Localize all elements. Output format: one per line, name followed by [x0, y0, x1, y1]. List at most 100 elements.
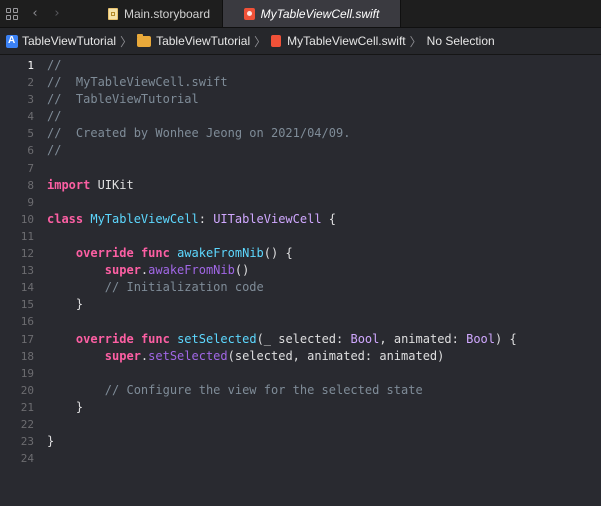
tab-mytableviewcell-swift[interactable]: MyTableViewCell.swift — [222, 0, 401, 27]
code-text: } — [47, 433, 54, 450]
code-token: class — [47, 211, 84, 226]
related-items-grid-icon[interactable] — [0, 0, 24, 27]
code-token: UITableViewCell — [213, 211, 322, 226]
forward-chevron-icon[interactable]: › — [46, 0, 68, 27]
code-text: // Initialization code — [47, 279, 264, 296]
code-line[interactable]: 15 } — [0, 296, 517, 313]
code-line[interactable]: 14 // Initialization code — [0, 279, 517, 296]
code-line[interactable]: 5 // Created by Wonhee Jeong on 2021/04/0… — [0, 125, 517, 142]
swift-file-icon — [243, 7, 255, 20]
back-chevron-icon[interactable]: ‹ — [24, 0, 46, 27]
line-number: 9 — [27, 195, 34, 209]
code-text: // TableViewTutorial — [47, 91, 199, 108]
code-token: awakeFromNib — [148, 263, 235, 278]
storyboard-file-icon — [107, 7, 118, 20]
line-number: 2 — [27, 76, 34, 90]
code-token: , animated: — [379, 331, 467, 346]
code-line[interactable]: 9 — [0, 194, 517, 211]
jump-bar: TableViewTutorial 〉 TableViewTutorial 〉 … — [0, 28, 601, 55]
code-line[interactable]: 21 } — [0, 399, 517, 416]
code-token: // MyTableViewCell.swift — [47, 75, 228, 90]
source-editor[interactable]: 1 // 2 // MyTableViewCell.swift 3 // TableVie… — [0, 55, 601, 506]
line-number: 19 — [20, 366, 34, 380]
code-line[interactable]: 3 // TableViewTutorial — [0, 91, 517, 108]
code-line[interactable]: 23} — [0, 433, 517, 450]
code-line[interactable]: 22 — [0, 416, 517, 433]
tab-label: MyTableViewCell.swift — [260, 6, 380, 21]
code-line[interactable]: 18 super.setSelected(selected, animated:… — [0, 348, 517, 365]
jumpbar-project[interactable]: TableViewTutorial — [0, 34, 116, 48]
code-line[interactable]: 7 — [0, 160, 517, 177]
code-token: (_ selected: — [256, 331, 351, 346]
line-number: 11 — [20, 229, 34, 243]
line-number: 10 — [20, 212, 34, 226]
code-line[interactable]: 24 — [0, 450, 517, 467]
code-token: Bool — [350, 331, 380, 346]
chevron-right-icon: 〉 — [409, 34, 422, 49]
code-line[interactable]: 20 // Configure the view for the selecte… — [0, 382, 517, 399]
code-text: // Configure the view for the selected s… — [47, 382, 423, 399]
code-line[interactable]: 16 — [0, 313, 517, 330]
code-line[interactable]: 11 — [0, 228, 517, 245]
code-text: // — [47, 108, 61, 125]
code-line[interactable]: 10 class MyTableViewCell: UITableViewCell… — [0, 211, 517, 228]
jumpbar-file[interactable]: MyTableViewCell.swift — [271, 34, 406, 48]
code-line[interactable]: 6 // — [0, 142, 517, 159]
code-token: } — [47, 434, 55, 449]
jumpbar-file-label: MyTableViewCell.swift — [287, 34, 406, 48]
code-line[interactable]: 12 override func awakeFromNib() { — [0, 245, 517, 262]
code-line[interactable]: 13 super.awakeFromNib() — [0, 262, 517, 279]
tab-main-storyboard[interactable]: Main.storyboard — [96, 0, 222, 27]
code-token: // — [47, 58, 62, 72]
code-token: setSelected — [148, 348, 228, 363]
code-line[interactable]: 4 // — [0, 108, 517, 125]
code-token: () { — [263, 246, 293, 261]
code-text: import UIKit — [47, 177, 134, 194]
code-text: // MyTableViewCell.swift — [47, 74, 228, 91]
code-text: super.setSelected(selected, animated: an… — [47, 348, 445, 365]
line-number: 20 — [20, 383, 34, 397]
line-number: 6 — [27, 144, 34, 158]
tab-label: Main.storyboard — [123, 6, 211, 21]
code-line[interactable]: 19 — [0, 365, 517, 382]
code-lines[interactable]: 1 // 2 // MyTableViewCell.swift 3 // TableVie… — [0, 57, 517, 467]
code-token: // — [47, 143, 62, 158]
code-token: // — [47, 109, 62, 124]
code-token: override — [75, 246, 134, 261]
code-text: // — [47, 57, 61, 74]
jumpbar-group[interactable]: TableViewTutorial — [137, 33, 250, 48]
code-line[interactable]: 2 // MyTableViewCell.swift — [0, 74, 517, 91]
code-text: // Created by Wonhee Jeong on 2021/04/09… — [47, 125, 350, 142]
jumpbar-selection[interactable]: No Selection — [427, 34, 495, 48]
code-line[interactable]: 8 import UIKit — [0, 177, 517, 194]
code-token: UIKit — [90, 177, 134, 192]
code-line[interactable]: 1 // — [0, 57, 517, 74]
code-text: } — [47, 296, 83, 313]
code-token: // Initialization code — [104, 280, 264, 295]
code-token: Bool — [466, 331, 495, 346]
line-number: 3 — [27, 93, 34, 107]
code-token: MyTableViewCell — [90, 211, 199, 226]
line-number: 7 — [27, 161, 34, 175]
chevron-right-icon: 〉 — [254, 34, 267, 49]
code-token: func — [140, 246, 170, 261]
line-number: 22 — [20, 417, 34, 431]
line-number: 15 — [20, 298, 34, 312]
line-number: 14 — [20, 281, 34, 295]
code-token: // TableViewTutorial — [47, 92, 199, 107]
line-number: 17 — [20, 332, 34, 346]
line-number: 8 — [27, 178, 34, 192]
code-line[interactable]: 17 override func setSelected(_ selected:… — [0, 331, 517, 348]
code-token: // Created by Wonhee Jeong on 2021/04/09… — [47, 126, 351, 141]
code-text: override func awakeFromNib() { — [47, 245, 293, 262]
folder-icon — [137, 33, 152, 47]
code-token: super — [104, 348, 141, 363]
code-token: : — [198, 211, 214, 226]
code-text: class MyTableViewCell: UITableViewCell { — [47, 211, 336, 228]
